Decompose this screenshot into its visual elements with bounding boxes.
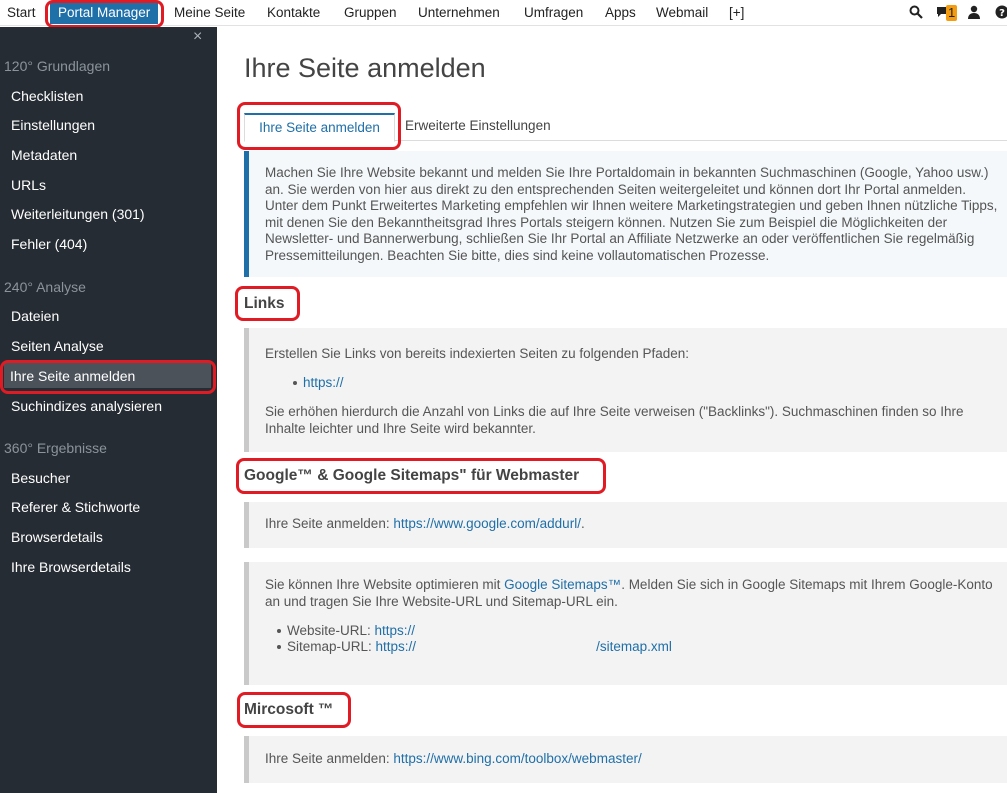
sitemap-url-start-link[interactable]: https:// <box>376 639 417 654</box>
tab-bar: Ihre Seite anmelden Erweiterte Einstellu… <box>244 113 1007 142</box>
sidebar-section-analyse: 240° Analyse <box>4 279 86 295</box>
svg-text:?: ? <box>999 8 1005 19</box>
google-submit-callout: Ihre Seite anmelden: https://www.google.… <box>244 502 1007 548</box>
sidebar-item-suchindizes[interactable]: Suchindizes analysieren <box>11 398 162 414</box>
sidebar-item-checklisten[interactable]: Checklisten <box>11 88 83 104</box>
nav-umfragen[interactable]: Umfragen <box>524 0 583 26</box>
sidebar-item-dateien[interactable]: Dateien <box>11 308 59 324</box>
microsoft-submit-text: Ihre Seite anmelden: https://www.bing.co… <box>265 751 1001 768</box>
tab-erweiterte-einstellungen[interactable]: Erweiterte Einstellungen <box>405 113 551 141</box>
page-title: Ihre Seite anmelden <box>244 53 486 83</box>
sitemap-url-end-link[interactable]: /sitemap.xml <box>596 639 672 654</box>
nav-gruppen[interactable]: Gruppen <box>344 0 397 26</box>
main-content: Ihre Seite anmelden Ihre Seite anmelden … <box>217 27 1007 793</box>
google-sitemaps-text: Sie können Ihre Website optimieren mit G… <box>265 577 1001 610</box>
nav-kontakte[interactable]: Kontakte <box>267 0 320 26</box>
nav-unternehmen[interactable]: Unternehmen <box>418 0 500 26</box>
sidebar-item-seiten-analyse[interactable]: Seiten Analyse <box>11 338 104 354</box>
sidebar-item-ihre-seite-anmelden[interactable]: Ihre Seite anmelden <box>10 368 135 384</box>
sidebar-item-browserdetails[interactable]: Browserdetails <box>11 529 103 545</box>
bullet-dot <box>277 629 281 634</box>
search-icon[interactable] <box>909 5 923 23</box>
google-sitemaps-callout: Sie können Ihre Website optimieren mit G… <box>244 562 1007 685</box>
microsoft-submit-prefix: Ihre Seite anmelden: <box>265 751 394 766</box>
notification-badge: 1 <box>946 5 958 21</box>
google-submit-prefix: Ihre Seite anmelden: <box>265 516 394 531</box>
sidebar-section-grundlagen: 120° Grundlagen <box>4 58 111 74</box>
bing-webmaster-link[interactable]: https://www.bing.com/toolbox/webmaster/ <box>393 751 641 766</box>
microsoft-heading: Mircosoft ™ <box>244 701 334 718</box>
links-list-item: https:// <box>293 375 344 392</box>
sidebar-item-weiterleitungen[interactable]: Weiterleitungen (301) <box>11 206 145 222</box>
user-icon[interactable] <box>968 5 980 23</box>
nav-apps[interactable]: Apps <box>605 0 636 26</box>
google-submit-suffix: . <box>580 516 585 531</box>
google-heading: Google™ & Google Sitemaps" für Webmaster <box>244 467 580 484</box>
bullet-dot <box>277 645 281 650</box>
sidebar: × 120° Grundlagen Checklisten Einstellun… <box>0 27 217 793</box>
close-icon[interactable]: × <box>193 28 202 46</box>
sitemap-url-item: Sitemap-URL: https:// /sitemap.xml <box>277 639 672 656</box>
sidebar-section-ergebnisse: 360° Ergebnisse <box>4 440 107 456</box>
top-navigation: Start Portal Manager Meine Seite Kontakt… <box>0 0 1007 26</box>
sitemaps-prefix: Sie können Ihre Website optimieren mit <box>265 577 505 592</box>
top-icons: 1 ? <box>905 0 1007 26</box>
website-url-label: Website-URL: <box>287 623 375 638</box>
sidebar-item-ihre-browserdetails[interactable]: Ihre Browserdetails <box>11 559 131 575</box>
microsoft-callout: Ihre Seite anmelden: https://www.bing.co… <box>244 736 1007 783</box>
sidebar-item-referer[interactable]: Referer & Stichworte <box>11 499 140 515</box>
intro-callout: Machen Sie Ihre Website bekannt und meld… <box>244 151 1007 277</box>
tab-ihre-seite-anmelden[interactable]: Ihre Seite anmelden <box>244 113 395 142</box>
sidebar-item-metadaten[interactable]: Metadaten <box>11 147 77 163</box>
nav-meine-seite[interactable]: Meine Seite <box>174 0 245 26</box>
sidebar-item-besucher[interactable]: Besucher <box>11 470 70 486</box>
links-url-link[interactable]: https:// <box>303 375 344 390</box>
sidebar-item-einstellungen[interactable]: Einstellungen <box>11 117 95 133</box>
help-icon[interactable]: ? <box>995 5 1007 23</box>
nav-portal-manager[interactable]: Portal Manager <box>50 2 159 24</box>
nav-start[interactable]: Start <box>7 0 36 26</box>
google-sitemaps-link[interactable]: Google Sitemaps™ <box>504 577 621 592</box>
intro-text: Machen Sie Ihre Website bekannt und meld… <box>265 165 998 263</box>
links-callout: Erstellen Sie Links von bereits indexier… <box>244 328 1007 452</box>
google-addurl-link[interactable]: https://www.google.com/addurl/ <box>393 516 581 531</box>
website-url-link[interactable]: https:// <box>375 623 416 638</box>
links-heading: Links <box>244 295 285 312</box>
sitemap-url-label: Sitemap-URL: <box>287 639 376 654</box>
google-submit-text: Ihre Seite anmelden: https://www.google.… <box>265 516 1001 533</box>
bullet-dot <box>293 381 297 386</box>
links-text-intro: Erstellen Sie Links von bereits indexier… <box>265 346 690 361</box>
sidebar-item-fehler[interactable]: Fehler (404) <box>11 236 87 252</box>
website-url-item: Website-URL: https:// <box>277 623 415 640</box>
nav-add[interactable]: [+] <box>729 0 744 26</box>
links-text-backlinks: Sie erhöhen hierdurch die Anzahl von Lin… <box>265 404 964 436</box>
sidebar-item-urls[interactable]: URLs <box>11 177 46 193</box>
nav-webmail[interactable]: Webmail <box>656 0 708 26</box>
